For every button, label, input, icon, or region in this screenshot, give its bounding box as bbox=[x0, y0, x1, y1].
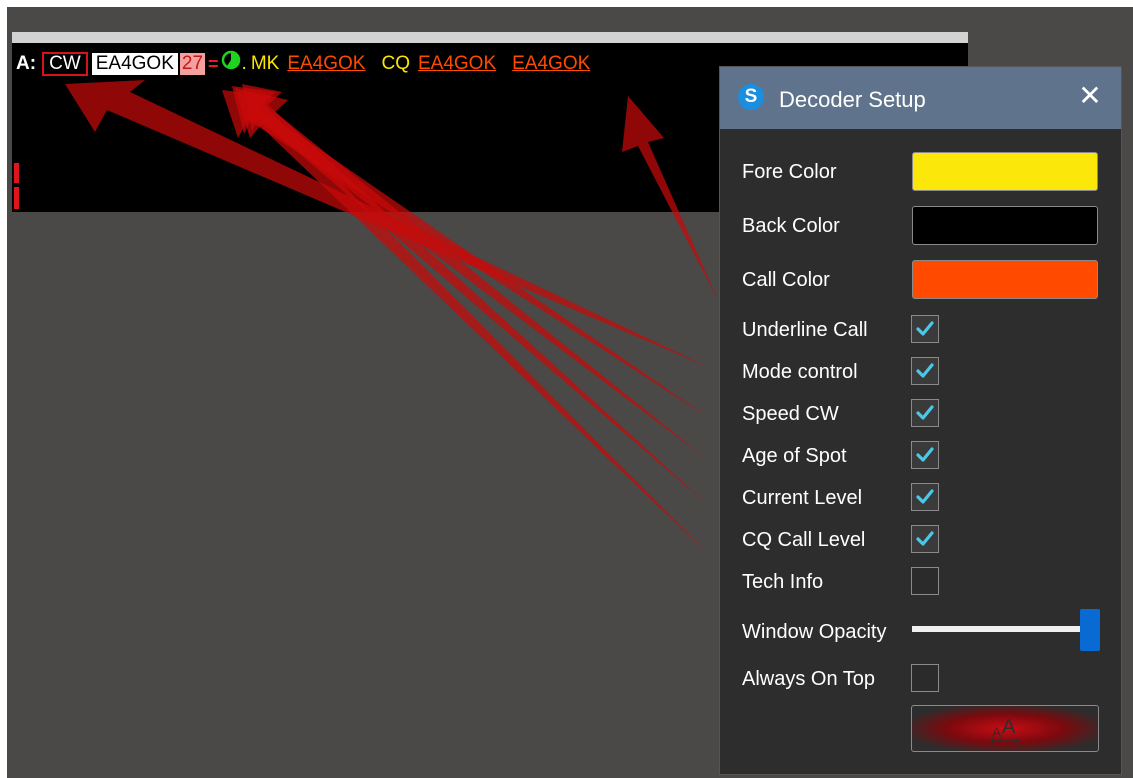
dialog-title: Decoder Setup bbox=[779, 87, 926, 112]
cq-label: CQ bbox=[381, 53, 410, 74]
fore-color-swatch[interactable] bbox=[912, 152, 1098, 191]
fore-color-label: Fore Color bbox=[742, 161, 837, 183]
level-meter-segment bbox=[14, 163, 19, 183]
slider-track bbox=[912, 626, 1100, 632]
font-size-icon: A A bbox=[989, 716, 1021, 744]
option-label: Age of Spot bbox=[742, 445, 847, 467]
call-color-label: Call Color bbox=[742, 269, 830, 291]
back-color-label: Back Color bbox=[742, 215, 840, 237]
option-checkbox[interactable] bbox=[911, 567, 939, 595]
level-meter bbox=[14, 163, 20, 211]
option-label: Underline Call bbox=[742, 319, 868, 341]
band-label: A: bbox=[16, 53, 37, 74]
font-button[interactable]: A A bbox=[911, 705, 1099, 752]
option-checkbox[interactable] bbox=[911, 315, 939, 343]
close-icon[interactable]: ✕ bbox=[1073, 79, 1107, 113]
back-color-swatch[interactable] bbox=[912, 206, 1098, 245]
option-label: CQ Call Level bbox=[742, 529, 866, 551]
decoder-titlebar[interactable] bbox=[12, 32, 968, 43]
window-opacity-slider[interactable] bbox=[912, 609, 1100, 653]
slider-thumb[interactable] bbox=[1080, 609, 1100, 651]
option-checkbox[interactable] bbox=[911, 483, 939, 511]
option-checkbox[interactable] bbox=[911, 525, 939, 553]
speed-badge: 27 bbox=[179, 53, 206, 75]
option-label: Tech Info bbox=[742, 571, 824, 593]
mode-badge[interactable]: CW bbox=[42, 52, 88, 76]
option-checkbox[interactable] bbox=[911, 357, 939, 385]
decoded-call[interactable]: EA4GOK bbox=[91, 53, 178, 75]
mk-call-link[interactable]: EA4GOK bbox=[287, 53, 365, 75]
dialog-titlebar[interactable]: S Decoder Setup ✕ bbox=[720, 67, 1121, 129]
always-on-top-checkbox[interactable] bbox=[911, 664, 939, 692]
age-of-spot-icon bbox=[221, 50, 241, 70]
option-checkbox[interactable] bbox=[911, 441, 939, 469]
always-on-top-label: Always On Top bbox=[742, 668, 876, 690]
option-label: Speed CW bbox=[742, 403, 839, 425]
level-meter-segment bbox=[14, 187, 19, 209]
svg-text:A: A bbox=[1002, 716, 1016, 738]
window-opacity-label: Window Opacity bbox=[742, 621, 887, 643]
cq-call-link[interactable]: EA4GOK bbox=[418, 53, 496, 75]
decoder-setup-dialog[interactable]: S Decoder Setup ✕ Fore Color Back Color … bbox=[719, 66, 1122, 775]
call-color-swatch[interactable] bbox=[912, 260, 1098, 299]
mk-label: MK bbox=[250, 53, 280, 74]
spot-call-link[interactable]: EA4GOK bbox=[512, 53, 590, 75]
option-label: Current Level bbox=[742, 487, 863, 509]
option-label: Mode control bbox=[742, 361, 858, 383]
option-checkbox[interactable] bbox=[911, 399, 939, 427]
current-level-indicator: = bbox=[208, 53, 219, 74]
svg-text:A: A bbox=[992, 724, 1002, 740]
app-logo-icon: S bbox=[738, 84, 764, 110]
separator-dot: . bbox=[241, 53, 247, 74]
decoder-spot-line: A: CW EA4GOK 27 = . MK EA4GOK CQ EA4GOK … bbox=[16, 50, 606, 78]
